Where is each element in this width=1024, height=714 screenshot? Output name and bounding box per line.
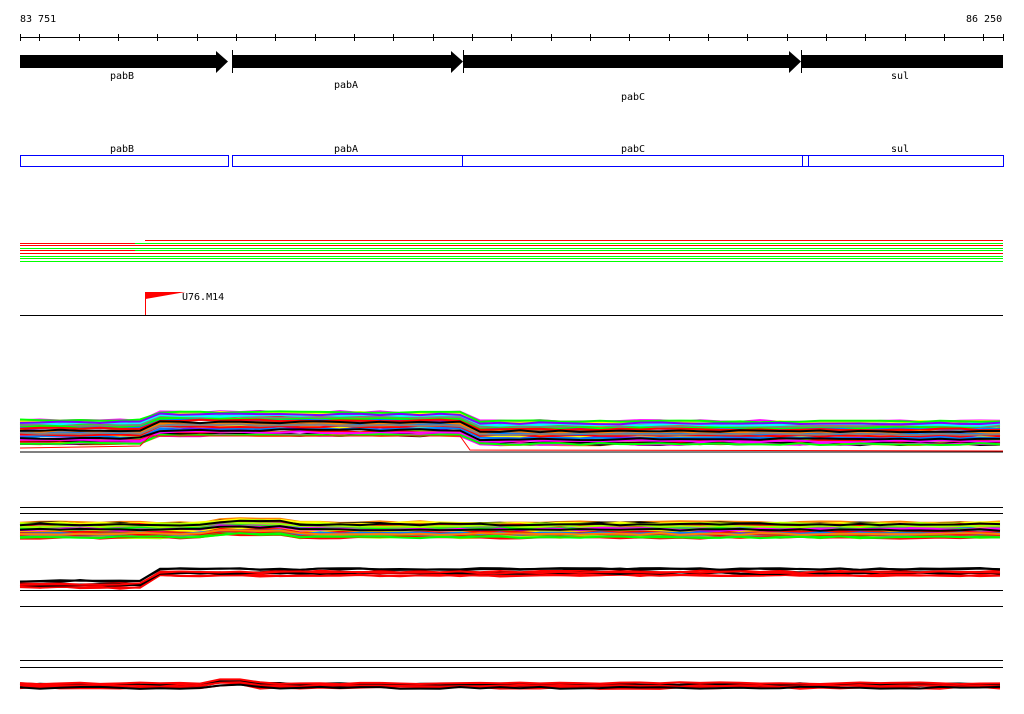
gene-label-pabB: pabB: [109, 71, 135, 82]
gene-arrow-pabA[interactable]: [232, 51, 463, 73]
coverage-band-3-line: [19, 573, 1001, 590]
feature-box-pabA[interactable]: [232, 155, 463, 167]
feature-label-pabA: pabA: [333, 144, 359, 155]
gene-arrow-sul[interactable]: [801, 51, 1003, 73]
feature-box-pabB[interactable]: [20, 155, 229, 167]
coverage-band-4-line: [19, 678, 1001, 686]
feature-label-sul: sul: [890, 144, 910, 155]
feature-label-pabB: pabB: [109, 144, 135, 155]
marker-label[interactable]: U76.M14: [182, 293, 224, 303]
coverage-band-3-line: [19, 573, 1001, 590]
gene-label-pabC: pabC: [620, 92, 646, 103]
feature-box-sul[interactable]: [808, 155, 1004, 167]
gene-arrow-pabB[interactable]: [20, 51, 228, 73]
coverage-band-3-line: [19, 571, 1001, 587]
gene-label-pabA: pabA: [333, 80, 359, 91]
feature-label-pabC: pabC: [620, 144, 646, 155]
gene-label-sul: sul: [890, 71, 910, 82]
gene-arrow-pabC[interactable]: [463, 51, 801, 73]
marker-flag-icon[interactable]: [145, 292, 186, 299]
feature-box-pabC[interactable]: [462, 155, 803, 167]
genome-browser-canvas: [19, 34, 1004, 690]
feature-box-spacer[interactable]: [802, 155, 809, 167]
